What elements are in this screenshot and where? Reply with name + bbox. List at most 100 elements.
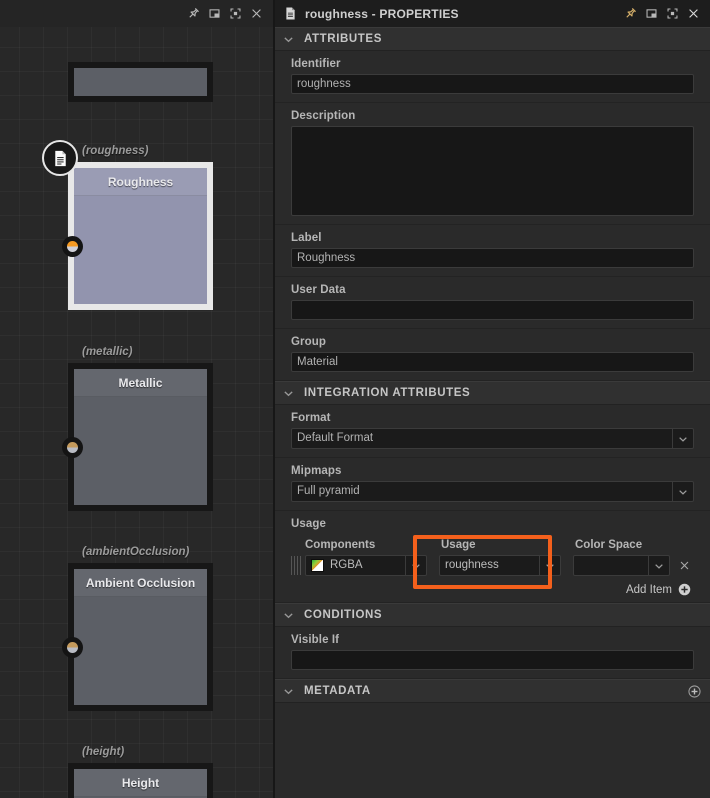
usage-group: Usage Components Usage Color Space RGBA	[275, 511, 710, 603]
mipmaps-select-value: Full pyramid	[291, 481, 694, 502]
graph-node-port[interactable]	[62, 236, 83, 257]
identifier-input[interactable]	[291, 74, 694, 94]
graph-panel: (roughness) Roughness (metallic) Metalli…	[0, 0, 273, 798]
field-label: Group	[291, 336, 326, 348]
document-properties-icon	[283, 6, 298, 21]
usage-row: RGBA roughness	[291, 555, 694, 576]
field-visible-if: Visible If	[275, 627, 710, 679]
graph-node-body[interactable]: Metallic	[62, 363, 213, 511]
graph-node-body[interactable]	[68, 62, 213, 102]
graph-node-identifier: (height)	[82, 746, 125, 758]
gradient-swatch-icon	[311, 559, 324, 572]
description-textarea[interactable]	[291, 126, 694, 216]
drag-handle-icon[interactable]	[291, 556, 302, 575]
graph-node-title: Metallic	[74, 369, 207, 397]
field-label: Mipmaps	[291, 465, 342, 477]
usage-group-label: Usage	[291, 518, 327, 530]
properties-content: ATTRIBUTES Identifier Description Label …	[275, 27, 710, 798]
label-input[interactable]	[291, 248, 694, 268]
chevron-down-icon	[672, 482, 693, 501]
field-identifier: Identifier	[275, 51, 710, 103]
close-icon[interactable]	[246, 3, 267, 24]
close-icon[interactable]	[683, 3, 704, 24]
pin-icon[interactable]	[620, 3, 641, 24]
graph-node-port[interactable]	[62, 437, 83, 458]
usage-select[interactable]: roughness	[439, 555, 561, 576]
document-icon[interactable]	[42, 140, 78, 176]
add-item-label: Add Item	[625, 583, 672, 596]
field-mipmaps: Mipmaps Full pyramid	[275, 458, 710, 511]
field-label: Format	[291, 412, 331, 424]
graph-node-identifier: (ambientOcclusion)	[82, 546, 190, 558]
graph-node-roughness[interactable]: (roughness) Roughness	[42, 140, 213, 310]
chevron-down-icon	[648, 556, 669, 575]
field-label: Description	[291, 110, 356, 122]
mipmaps-select[interactable]: Full pyramid	[291, 481, 694, 502]
chevron-down-icon	[283, 686, 294, 697]
column-header-usage: Usage	[441, 539, 476, 551]
graph-node-metallic[interactable]: (metallic) Metallic	[62, 346, 213, 511]
components-select[interactable]: RGBA	[305, 555, 427, 576]
graph-node-body[interactable]: Roughness	[62, 162, 213, 310]
field-group: Group	[275, 329, 710, 381]
visible-if-input[interactable]	[291, 650, 694, 670]
section-header-attributes[interactable]: ATTRIBUTES	[275, 27, 710, 51]
remove-usage-row-button[interactable]	[674, 556, 694, 576]
field-label-attr: Label	[275, 225, 710, 277]
section-label: ATTRIBUTES	[304, 33, 382, 45]
app-root: (roughness) Roughness (metallic) Metalli…	[0, 0, 710, 798]
section-header-metadata[interactable]: METADATA	[275, 679, 710, 703]
field-description: Description	[275, 103, 710, 225]
section-header-integration-attributes[interactable]: INTEGRATION ATTRIBUTES	[275, 381, 710, 405]
section-label: INTEGRATION ATTRIBUTES	[304, 387, 471, 399]
graph-node-ambient-occlusion[interactable]: (ambientOcclusion) Ambient Occlusion	[62, 546, 213, 711]
section-label: CONDITIONS	[304, 609, 383, 621]
format-select[interactable]: Default Format	[291, 428, 694, 449]
field-format: Format Default Format	[275, 405, 710, 458]
dock-icon[interactable]	[641, 3, 662, 24]
dock-icon[interactable]	[204, 3, 225, 24]
properties-panel: roughness - PROPERTIES ATTRIBUTES Identi…	[275, 0, 710, 798]
chevron-down-icon	[672, 429, 693, 448]
plus-circle-icon	[678, 583, 691, 596]
maximize-icon[interactable]	[662, 3, 683, 24]
usage-select-value: roughness	[445, 559, 499, 571]
user-data-input[interactable]	[291, 300, 694, 320]
color-space-select[interactable]	[573, 555, 670, 576]
field-label: Label	[291, 232, 322, 244]
chevron-down-icon	[283, 34, 294, 45]
graph-node-title: Height	[74, 769, 207, 797]
section-header-conditions[interactable]: CONDITIONS	[275, 603, 710, 627]
node-graph-canvas[interactable]: (roughness) Roughness (metallic) Metalli…	[0, 27, 273, 798]
graph-node-body[interactable]: Height	[68, 763, 213, 798]
field-label: Visible If	[291, 634, 340, 646]
chevron-down-icon	[539, 556, 560, 575]
field-user-data: User Data	[275, 277, 710, 329]
properties-titlebar: roughness - PROPERTIES	[275, 0, 710, 27]
graph-node-title: Ambient Occlusion	[74, 569, 207, 597]
graph-node-body[interactable]: Ambient Occlusion	[62, 563, 213, 711]
graph-node-partial[interactable]	[68, 62, 213, 102]
add-item-button[interactable]: Add Item	[291, 583, 694, 596]
column-header-components: Components	[305, 539, 376, 551]
plus-circle-icon[interactable]	[686, 683, 702, 699]
section-label: METADATA	[304, 685, 371, 697]
chevron-down-icon	[405, 556, 426, 575]
graph-node-identifier: (metallic)	[82, 346, 133, 358]
chevron-down-icon	[283, 388, 294, 399]
graph-node-height[interactable]: (height) Height	[68, 746, 213, 798]
graph-panel-titlebar	[0, 0, 273, 27]
column-header-color-space: Color Space	[575, 539, 643, 551]
chevron-down-icon	[283, 610, 294, 621]
graph-node-identifier: (roughness)	[82, 145, 149, 157]
usage-column-headers: Components Usage Color Space	[291, 539, 694, 551]
group-input[interactable]	[291, 352, 694, 372]
page-title: roughness - PROPERTIES	[305, 6, 459, 21]
field-label: User Data	[291, 284, 346, 296]
graph-node-port[interactable]	[62, 637, 83, 658]
maximize-icon[interactable]	[225, 3, 246, 24]
format-select-value: Default Format	[291, 428, 694, 449]
pin-icon[interactable]	[183, 3, 204, 24]
graph-node-title: Roughness	[74, 168, 207, 196]
field-label: Identifier	[291, 58, 341, 70]
